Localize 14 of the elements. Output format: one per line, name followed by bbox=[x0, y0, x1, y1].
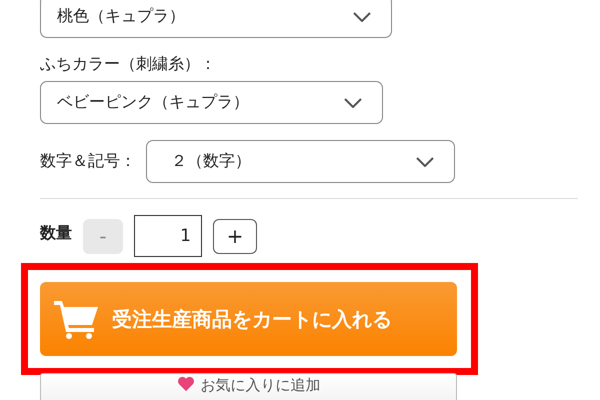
dropdown-select[interactable]: ベビーピンク（キュプラ） bbox=[40, 81, 383, 124]
dropdown-select[interactable]: 桃色（キュプラ） bbox=[40, 0, 392, 38]
field-label: 数字＆記号： bbox=[40, 151, 136, 172]
favorite-button[interactable]: お気に入りに追加 bbox=[40, 373, 457, 400]
dropdown-select[interactable]: ２（数字） bbox=[146, 140, 455, 183]
chevron-down-icon bbox=[416, 156, 434, 166]
chevron-down-icon bbox=[344, 98, 362, 108]
quantity-field[interactable]: 1 bbox=[134, 215, 202, 257]
quantity-label: 数量 bbox=[40, 223, 72, 244]
field-label: ふちカラー（刺繍糸）： bbox=[40, 54, 217, 75]
increase-button[interactable]: + bbox=[213, 218, 257, 254]
cart-icon bbox=[54, 299, 98, 339]
chevron-down-icon bbox=[353, 12, 371, 22]
heart-icon bbox=[176, 376, 194, 392]
